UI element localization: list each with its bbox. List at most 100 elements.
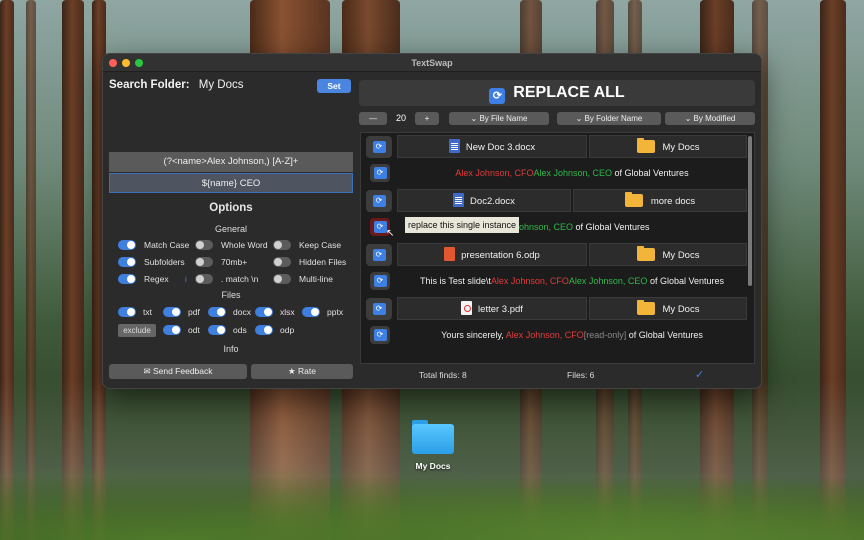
folder-icon [624, 192, 643, 207]
replace-all-button[interactable]: ⟳ REPLACE ALL [359, 80, 755, 106]
info-icon[interactable]: i [185, 275, 187, 284]
filetype-pptx-toggle[interactable] [302, 307, 320, 317]
replace-input[interactable]: ${name} CEO [109, 173, 353, 193]
replace-all-label: REPLACE ALL [513, 84, 625, 101]
replace-file-button[interactable]: ⟳ [366, 298, 392, 320]
match-line-text: Yours sincerely, Alex Johnson, CFO[read-… [397, 322, 747, 349]
filetype-odp-toggle[interactable] [255, 325, 273, 335]
folder-name-cell[interactable]: My Docs [589, 297, 747, 320]
option-70mb-toggle[interactable] [195, 257, 213, 267]
result-file-row[interactable]: ⟳ Doc2.docx more docs [361, 187, 747, 214]
filetype-txt-label: txt [143, 307, 152, 317]
rate-button[interactable]: ★ Rate [251, 364, 353, 379]
filetype-odt-toggle[interactable] [163, 325, 181, 335]
file-name-cell[interactable]: presentation 6.odp [397, 243, 587, 266]
folder-icon [636, 246, 655, 261]
file-name: letter 3.pdf [478, 304, 523, 315]
replace-file-button[interactable]: ⟳ [366, 190, 392, 212]
decrease-count-button[interactable]: — [359, 112, 387, 125]
right-panel: ⟳ REPLACE ALL — 20 + ⌄ By File Name ⌄ By … [359, 72, 761, 388]
option-hidden-files-label: Hidden Files [299, 257, 347, 267]
option-whole-word-label: Whole Word [221, 240, 268, 250]
replace-file-button[interactable]: ⟳ [366, 244, 392, 266]
exclude-button[interactable]: exclude [118, 324, 156, 337]
option-hidden-files-toggle[interactable] [273, 257, 291, 267]
match-segment-red: Alex Johnson, CFO [505, 330, 584, 340]
option-regex-toggle[interactable] [118, 274, 136, 284]
replace-icon: ⟳ [372, 249, 386, 261]
file-name-cell[interactable]: Doc2.docx [397, 189, 571, 212]
filetype-pdf-toggle[interactable] [163, 307, 181, 317]
file-name-cell[interactable]: letter 3.pdf [397, 297, 587, 320]
filetype-xlsx-label: xlsx [280, 307, 295, 317]
send-feedback-button[interactable]: ✉ Send Feedback [109, 364, 247, 379]
find-input[interactable]: (?<name>Alex Johnson,) [A-Z]+ [109, 152, 353, 172]
files-count: Files: 6 [567, 370, 595, 380]
match-segment-white: of Global Ventures [626, 330, 703, 340]
option-keep-case-label: Keep Case [299, 240, 342, 250]
result-file-row[interactable]: ⟳ New Doc 3.docx My Docs [361, 133, 747, 160]
result-file-row[interactable]: ⟳ letter 3.pdf My Docs [361, 295, 747, 322]
filetype-txt-toggle[interactable] [118, 307, 136, 317]
replace-icon: ⟳ [489, 88, 506, 104]
replace-instance-button[interactable]: ⟳ [370, 272, 390, 290]
option-multi-line-label: Multi-line [299, 274, 334, 284]
replace-instance-button[interactable]: ⟳ [370, 326, 390, 344]
replace-icon: ⟳ [373, 275, 387, 287]
option-match-case-toggle[interactable] [118, 240, 136, 250]
tooltip: replace this single instance [405, 217, 520, 233]
option-keep-case-toggle[interactable] [273, 240, 291, 250]
desktop-folder-icon[interactable] [412, 418, 454, 454]
result-count: 20 [395, 113, 406, 123]
files-heading: Files [221, 290, 241, 300]
close-window-button[interactable] [109, 59, 117, 67]
pdf-file-icon [461, 301, 473, 315]
minimize-window-button[interactable] [122, 59, 130, 67]
folder-name-cell[interactable]: My Docs [589, 243, 747, 266]
filetype-ods-label: ods [233, 325, 247, 335]
replace-instance-button[interactable]: ⟳ [370, 164, 390, 182]
docx-file-icon [453, 193, 465, 207]
folder-name-cell[interactable]: My Docs [589, 135, 747, 158]
sort-by-folder-name-button[interactable]: ⌄ By Folder Name [557, 112, 661, 125]
filetype-odp-label: odp [280, 325, 295, 335]
option-70mb-label: 70mb+ [221, 257, 248, 267]
results-scrollbar[interactable] [748, 136, 752, 286]
replace-icon: ⟳ [373, 167, 387, 179]
results-list[interactable]: ⟳ New Doc 3.docx My Docs ⟳ Alex Johnson, CFO… [360, 132, 755, 364]
filetype-docx-label: docx [233, 307, 251, 317]
replace-file-button[interactable]: ⟳ [366, 136, 392, 158]
option-whole-word-toggle[interactable] [195, 240, 213, 250]
sort-by-file-name-button[interactable]: ⌄ By File Name [449, 112, 549, 125]
desktop-folder-label[interactable]: My Docs [398, 461, 468, 471]
result-file-row[interactable]: ⟳ presentation 6.odp My Docs [361, 241, 747, 268]
window-title: TextSwap [411, 58, 453, 68]
title-bar[interactable]: TextSwap [103, 54, 761, 72]
folder-name: My Docs [662, 304, 700, 315]
replace-icon: ⟳ [372, 303, 386, 315]
filetype-xlsx-toggle[interactable] [255, 307, 273, 317]
option-match-n-label: . match \n [221, 274, 259, 284]
match-segment-white: of Global Ventures [612, 168, 689, 178]
maximize-window-button[interactable] [135, 59, 143, 67]
mouse-cursor-icon: ↖ [386, 228, 395, 239]
replace-icon: ⟳ [373, 221, 387, 233]
filetype-ods-toggle[interactable] [208, 325, 226, 335]
option-subfolders-toggle[interactable] [118, 257, 136, 267]
folder-name-cell[interactable]: more docs [573, 189, 747, 212]
option-match-n-toggle[interactable] [195, 274, 213, 284]
option-regex-label: Regex [144, 274, 169, 284]
filetype-docx-toggle[interactable] [208, 307, 226, 317]
option-multi-line-toggle[interactable] [273, 274, 291, 284]
set-folder-button[interactable]: Set [317, 79, 351, 93]
folder-icon [636, 138, 655, 153]
file-name: Doc2.docx [470, 196, 515, 207]
search-folder-label: Search Folder: [109, 79, 190, 91]
option-subfolders-label: Subfolders [144, 257, 185, 267]
result-line-row: ⟳ Yours sincerely, Alex Johnson, CFO[read… [361, 322, 747, 349]
increase-count-button[interactable]: + [415, 112, 439, 125]
file-name-cell[interactable]: New Doc 3.docx [397, 135, 587, 158]
left-panel: Search Folder: My Docs Set (?<name>Alex … [103, 72, 359, 388]
options-heading: Options [209, 202, 253, 214]
sort-by-modified-button[interactable]: ⌄ By Modified [665, 112, 755, 125]
